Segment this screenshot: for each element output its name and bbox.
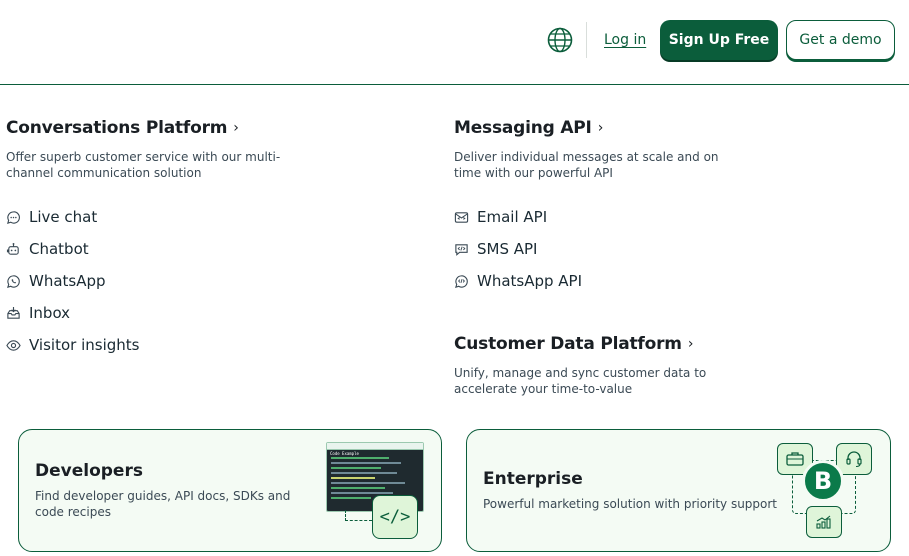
chatbot-icon [6,242,19,255]
menu-item-email-api[interactable]: Email API [454,208,547,226]
header-divider [586,22,587,58]
top-navigation-bar: Log in Sign Up Free Get a demo [0,0,909,85]
menu-item-label: WhatsApp API [477,272,583,290]
conversations-platform-link[interactable]: Conversations Platform › [6,118,239,138]
menu-item-label: Visitor insights [29,336,140,354]
chevron-right-icon: › [233,120,239,136]
messaging-api-link[interactable]: Messaging API › [454,118,603,138]
menu-item-sms-api[interactable]: SMS API [454,240,537,258]
developers-card-title: Developers [35,461,143,481]
messaging-api-description: Deliver individual messages at scale and… [454,150,719,180]
menu-item-label: SMS API [477,240,538,258]
menu-item-label: Inbox [29,304,71,322]
menu-item-visitor-insights[interactable]: Visitor insights [6,336,139,354]
chevron-right-icon: › [597,120,604,136]
enterprise-card[interactable]: Enterprise Powerful marketing solution w… [466,429,891,552]
customer-data-platform-title: Customer Data Platform [454,334,682,354]
messaging-api-title: Messaging API [454,118,592,138]
get-demo-button[interactable]: Get a demo [786,20,895,60]
whatsapp-api-icon [455,274,468,288]
code-window-title: Code Example [330,451,359,456]
menu-item-label: Live chat [29,208,98,226]
globe-icon[interactable] [547,27,573,53]
whatsapp-icon [7,274,20,288]
customer-data-platform-description: Unify, manage and sync customer data to … [454,366,707,396]
enterprise-card-description: Powerful marketing solution with priorit… [483,497,778,511]
menu-item-label: Email API [477,208,548,226]
customer-data-platform-link[interactable]: Customer Data Platform › [454,334,693,354]
chevron-right-icon: › [687,336,694,352]
brand-badge: B [802,460,844,502]
developers-card-description: Find developer guides, API docs, SDKs an… [35,489,291,519]
menu-item-label: WhatsApp [29,272,106,290]
conversations-platform-title: Conversations Platform [6,118,228,138]
menu-item-live-chat[interactable]: Live chat [6,208,97,226]
inbox-icon [7,306,20,319]
menu-item-whatsapp[interactable]: WhatsApp [6,272,106,290]
brand-badge-letter: B [813,467,833,495]
menu-item-label: Chatbot [29,240,89,258]
login-link[interactable]: Log in [604,32,646,48]
chat-bubble-icon [7,210,20,224]
sign-up-button[interactable]: Sign Up Free [660,20,778,60]
menu-item-chatbot[interactable]: Chatbot [6,240,89,258]
growth-chart-icon [806,506,842,538]
developers-card[interactable]: Developers Find developer guides, API do… [18,429,442,552]
code-brackets-icon: </> [372,495,418,539]
connector-line [345,510,372,521]
menu-item-inbox[interactable]: Inbox [6,304,70,322]
enterprise-card-title: Enterprise [483,469,583,489]
sms-api-icon [455,243,468,256]
email-api-icon [454,211,469,223]
menu-item-whatsapp-api[interactable]: WhatsApp API [454,272,582,290]
eye-icon [6,339,21,351]
conversations-platform-description: Offer superb customer service with our m… [6,150,281,180]
